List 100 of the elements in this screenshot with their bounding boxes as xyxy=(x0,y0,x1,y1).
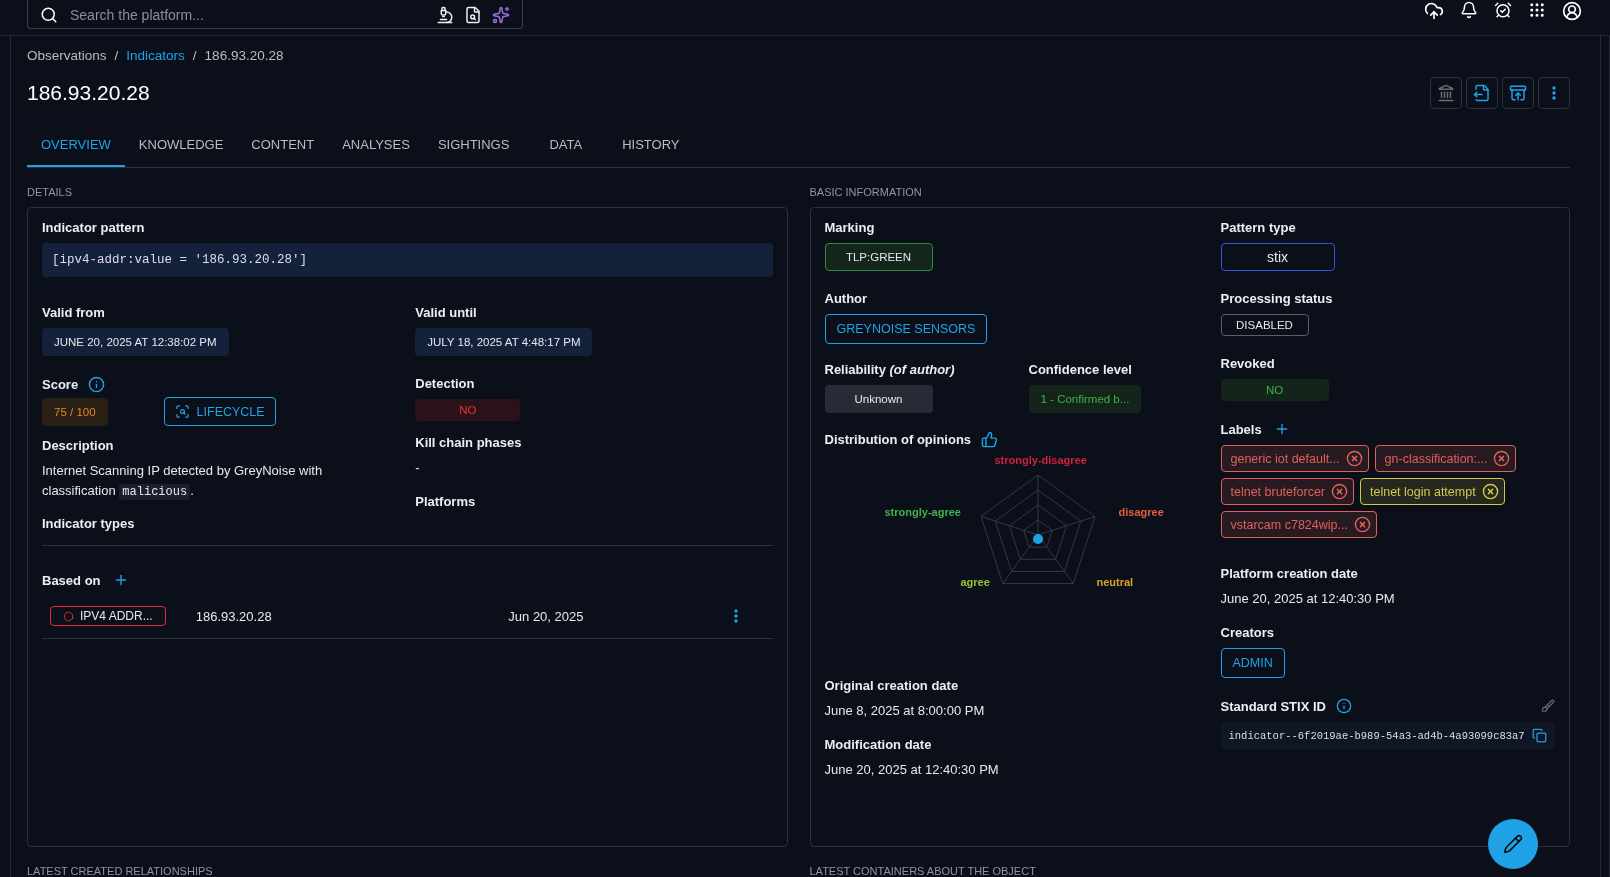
remove-icon[interactable] xyxy=(1353,516,1371,533)
cloud-upload-icon[interactable] xyxy=(1424,0,1444,21)
date-chip: JUNE 20, 2025 AT 12:38:02 PM xyxy=(42,328,229,356)
apps-grid-icon[interactable] xyxy=(1528,0,1546,19)
field-label: Platform creation date xyxy=(1220,566,1359,581)
label-tag: vstarcam c7824wip... xyxy=(1220,511,1377,538)
field-label: Detection xyxy=(415,376,476,391)
more-icon xyxy=(1552,86,1556,100)
field-label: Pattern type xyxy=(1220,220,1297,235)
field-label: Processing status xyxy=(1220,291,1334,306)
landmark-button[interactable] xyxy=(1430,77,1462,109)
field-label: Valid until xyxy=(415,305,478,320)
field-label: Revoked xyxy=(1220,356,1276,371)
breadcrumb-link[interactable]: Indicators xyxy=(126,48,185,63)
date-chip: JULY 18, 2025 AT 4:48:17 PM xyxy=(415,328,593,356)
revoked-chip: NO xyxy=(1220,379,1329,401)
tab[interactable]: SIGHTINGS xyxy=(423,123,524,167)
breadcrumb-separator: / xyxy=(192,48,197,63)
tab[interactable]: OVERVIEW xyxy=(27,123,125,167)
breadcrumb-separator: / xyxy=(114,48,119,63)
label-tag: telnet login attempt xyxy=(1360,478,1505,505)
remove-icon[interactable] xyxy=(1481,483,1499,500)
thumbs-icon[interactable] xyxy=(981,431,999,448)
tab[interactable]: DATA xyxy=(535,123,597,167)
field-label: Distribution of opinions xyxy=(824,432,972,447)
axis-label: neutral xyxy=(1096,576,1134,588)
field-label: Based on xyxy=(42,572,101,588)
sparkles-icon[interactable] xyxy=(492,6,510,24)
axis-label: agree xyxy=(960,576,990,588)
status-chip: DISABLED xyxy=(1220,314,1309,336)
search-icon xyxy=(40,6,58,24)
field-label: Modification date xyxy=(824,737,933,752)
section-heading: BASIC INFORMATION xyxy=(809,186,923,198)
field-label: Kill chain phases xyxy=(415,435,523,450)
file-export-button[interactable] xyxy=(1466,77,1498,109)
file-export-icon xyxy=(1473,84,1491,102)
pencil-icon xyxy=(1503,834,1523,854)
label-tag: telnet bruteforcer xyxy=(1220,478,1354,505)
field-label: Marking xyxy=(824,220,876,235)
edit-button[interactable] xyxy=(1488,819,1538,869)
section-heading: LATEST CONTAINERS ABOUT THE OBJECT xyxy=(809,865,1037,877)
field-label: Indicator types xyxy=(42,516,136,531)
axis-label: disagree xyxy=(1118,506,1164,518)
entity-type-tag: IPV4 ADDR... xyxy=(50,606,166,626)
pattern-type-chip: stix xyxy=(1220,243,1335,271)
landmark-icon xyxy=(1437,84,1455,102)
bell-icon[interactable] xyxy=(1460,0,1478,19)
axis-label: strongly-disagree xyxy=(994,454,1087,466)
field-label: Description xyxy=(42,438,115,453)
remove-icon[interactable] xyxy=(1345,450,1363,467)
detection-chip: NO xyxy=(415,399,521,421)
file-search-icon[interactable] xyxy=(464,6,482,24)
more-button[interactable] xyxy=(1538,77,1570,109)
breadcrumb-item: 186.93.20.28 xyxy=(204,48,284,63)
field-label: Valid from xyxy=(42,305,106,320)
tab[interactable]: KNOWLEDGE xyxy=(124,123,238,167)
remove-icon[interactable] xyxy=(1493,450,1511,467)
field-label: Score xyxy=(42,377,79,392)
field-label: Platforms xyxy=(415,494,477,509)
section-heading: DETAILS xyxy=(27,186,74,198)
alarm-clock-icon[interactable] xyxy=(1494,0,1512,19)
info-icon[interactable] xyxy=(88,376,106,393)
user-icon[interactable] xyxy=(1562,0,1582,21)
field-label: Labels xyxy=(1220,421,1262,437)
remove-icon[interactable] xyxy=(1331,483,1348,500)
creator-chip[interactable]: ADMIN xyxy=(1220,648,1285,678)
tab[interactable]: ANALYSES xyxy=(328,123,424,167)
info-icon[interactable] xyxy=(1335,698,1352,714)
label-tag: generic iot default... xyxy=(1220,445,1369,472)
lifecycle-icon xyxy=(174,404,190,419)
label-tag: gn-classification:... xyxy=(1374,445,1517,472)
date-value: June 8, 2025 at 8:00:00 PM xyxy=(824,702,986,720)
date-value: June 20, 2025 at 12:40:30 PM xyxy=(1220,590,1396,608)
more-icon[interactable] xyxy=(733,609,738,623)
kill-chain-value: - xyxy=(415,459,421,477)
brush-icon[interactable] xyxy=(1541,699,1555,713)
field-label: Original creation date xyxy=(824,678,960,693)
page-title: 186.93.20.28 xyxy=(27,81,150,105)
reliability-chip: Unknown xyxy=(824,385,933,413)
field-label: Confidence level xyxy=(1028,362,1133,377)
date-value: June 20, 2025 at 12:40:30 PM xyxy=(824,761,1000,779)
author-chip[interactable]: GREYNOISE SENSORS xyxy=(824,314,988,344)
hexagon-icon xyxy=(63,610,74,622)
axis-label: strongly-agree xyxy=(884,506,961,518)
entity-date: Jun 20, 2025 xyxy=(508,608,584,624)
microscope-icon[interactable] xyxy=(436,6,454,24)
search-input[interactable]: Search the platform... xyxy=(68,6,426,24)
pattern-code: [ipv4-addr:value = '186.93.20.28'] xyxy=(42,243,773,277)
download-button[interactable] xyxy=(1502,77,1534,109)
search-field[interactable]: Search the platform... xyxy=(27,0,523,29)
breadcrumb-item: Observations xyxy=(27,48,107,63)
tab[interactable]: HISTORY xyxy=(608,123,694,167)
section-heading: LATEST CREATED RELATIONSHIPS xyxy=(27,865,214,877)
field-label: Indicator pattern xyxy=(42,220,146,235)
tab[interactable]: CONTENT xyxy=(237,123,329,167)
stix-id: indicator--6f2019ae-b989-54a3-ad4b-4a93099c83a7 xyxy=(1228,729,1525,742)
entity-value[interactable]: 186.93.20.28 xyxy=(195,608,272,624)
copy-icon[interactable] xyxy=(1532,728,1547,743)
lifecycle-button[interactable]: LIFECYCLE xyxy=(163,397,276,426)
marking-chip: TLP:GREEN xyxy=(824,243,933,271)
